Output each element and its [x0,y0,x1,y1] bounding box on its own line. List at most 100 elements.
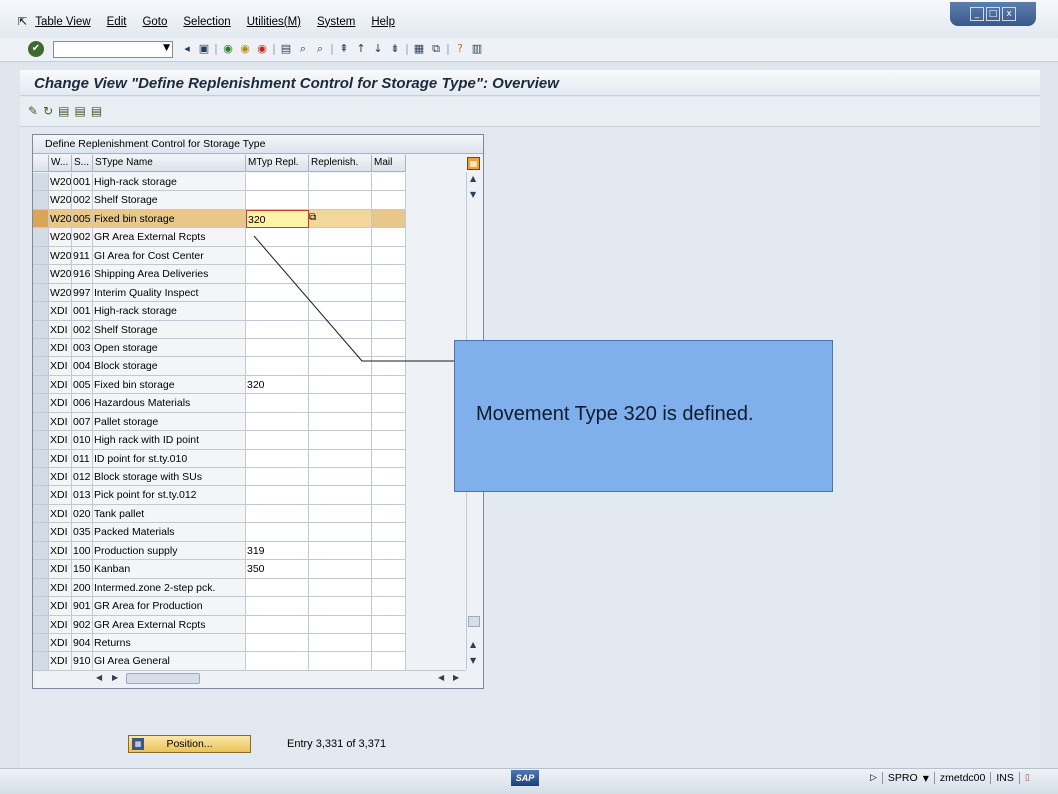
cell-mtyp-repl[interactable] [246,486,309,505]
column-header-mail[interactable]: Mail [372,155,406,172]
create-session-icon[interactable]: ▦ [412,42,426,56]
table-row[interactable]: W20 911 GI Area for Cost Center [33,246,406,266]
shortcut-icon[interactable]: ⧉ [429,42,443,56]
cell-mail[interactable] [372,633,406,653]
cell-mail[interactable] [372,615,406,634]
deselect-all-icon[interactable]: ▤ [91,104,102,118]
cell-mtyp-repl[interactable] [246,468,309,487]
scroll-page-up-icon[interactable]: ▲ [470,640,476,649]
select-all-icon[interactable]: ▤ [58,104,69,118]
cell-replenish[interactable] [309,504,372,524]
column-header-warehouse[interactable]: W... [49,155,72,172]
cell-mtyp-repl[interactable] [246,228,309,247]
cell-mail[interactable] [372,320,406,339]
last-page-icon[interactable]: ⇟ [388,42,402,56]
cell-mail[interactable] [372,357,406,376]
maximize-button[interactable]: □ [986,7,1000,21]
find-icon[interactable]: ⌕ [296,42,310,56]
row-selector[interactable] [33,504,49,524]
cell-mail[interactable] [372,265,406,284]
cell-mail[interactable] [372,375,406,395]
other-entry-icon[interactable]: ↻ [43,104,53,118]
row-selector[interactable] [33,523,49,542]
menu-system[interactable]: System [317,16,355,28]
back-small-icon[interactable]: ◂ [180,42,194,56]
cell-mtyp-repl[interactable] [246,523,309,542]
row-selector[interactable] [33,283,49,303]
horizontal-scrollbar[interactable]: ◀ ▶ ◀ ▶ [92,670,466,685]
command-field[interactable]: ▼ [53,41,173,58]
scroll-thumb[interactable] [468,616,480,627]
cell-replenish[interactable] [309,320,372,339]
table-row[interactable]: W20 916 Shipping Area Deliveries [33,265,406,284]
row-selector[interactable] [33,394,49,413]
save-icon[interactable]: ▣ [197,42,211,56]
table-row[interactable]: XDI 011 ID point for st.ty.010 [33,449,406,468]
cell-mail[interactable] [372,578,406,598]
cell-mtyp-repl[interactable]: 320 [246,209,309,229]
chevron-down-icon[interactable]: ▼ [923,774,929,783]
menu-utilities[interactable]: Utilities(M) [247,16,301,28]
menu-edit[interactable]: Edit [107,16,127,28]
cell-mtyp-repl[interactable] [246,504,309,524]
cell-replenish[interactable] [309,541,372,561]
scroll-right-end-icon[interactable]: ▶ [453,673,459,682]
row-selector[interactable] [33,246,49,266]
scroll-up-icon[interactable]: ▲ [470,174,476,183]
cell-mail[interactable] [372,597,406,616]
select-all-column[interactable] [33,155,49,172]
cell-mail[interactable] [372,283,406,303]
cell-mail[interactable] [372,652,406,671]
position-button[interactable]: ▦ Position... [128,735,251,753]
print-icon[interactable]: ▤ [279,42,293,56]
cell-replenish[interactable] [309,615,372,634]
find-next-icon[interactable]: ⌕ [313,42,327,56]
row-selector[interactable] [33,228,49,247]
cell-mail[interactable] [372,302,406,321]
cell-replenish[interactable] [309,652,372,671]
cell-mtyp-repl[interactable] [246,320,309,339]
table-row[interactable]: XDI 904 Returns [33,633,406,653]
cell-mail[interactable] [372,228,406,247]
cell-mtyp-repl[interactable]: 319 [246,541,309,561]
scroll-page-down-icon[interactable]: ▼ [470,656,476,665]
table-row[interactable]: XDI 013 Pick point for st.ty.012 [33,486,406,505]
select-block-icon[interactable]: ▤ [74,104,85,118]
cell-replenish[interactable] [309,412,372,432]
cell-mail[interactable] [372,338,406,358]
cell-mail[interactable] [372,191,406,210]
help-icon[interactable]: ? [453,42,467,56]
row-selector[interactable] [33,486,49,505]
cell-replenish[interactable] [309,486,372,505]
row-selector[interactable] [33,191,49,210]
table-row[interactable]: W20 902 GR Area External Rcpts [33,228,406,247]
cell-replenish[interactable] [309,597,372,616]
table-row[interactable]: XDI 010 High rack with ID point [33,431,406,450]
scroll-down-icon[interactable]: ▼ [470,190,476,199]
column-header-mtyp-repl[interactable]: MTyp Repl. [246,155,309,172]
cell-mtyp-repl[interactable] [246,338,309,358]
cell-replenish[interactable] [309,173,372,192]
table-row[interactable]: XDI 901 GR Area for Production [33,597,406,616]
row-selector[interactable] [33,541,49,561]
row-selector[interactable] [33,412,49,432]
row-selector[interactable] [33,597,49,616]
cell-mtyp-repl[interactable] [246,191,309,210]
cell-mtyp-repl[interactable] [246,357,309,376]
cell-mail[interactable] [372,209,406,229]
table-row[interactable]: XDI 902 GR Area External Rcpts [33,615,406,634]
table-row[interactable]: XDI 020 Tank pallet [33,504,406,524]
cell-mtyp-repl[interactable] [246,265,309,284]
cell-mtyp-repl[interactable] [246,431,309,450]
row-selector[interactable] [33,633,49,653]
cell-mail[interactable] [372,468,406,487]
minimize-button[interactable]: _ [970,7,984,21]
table-row[interactable]: XDI 035 Packed Materials [33,523,406,542]
cell-mtyp-repl[interactable] [246,394,309,413]
first-page-icon[interactable]: ⇞ [337,42,351,56]
next-page-icon[interactable]: ↓ [371,42,385,56]
table-row[interactable]: W20 001 High-rack storage [33,173,406,192]
cell-replenish[interactable] [309,191,372,210]
table-row[interactable]: XDI 150 Kanban 350 [33,560,406,579]
column-header-storage-type[interactable]: S... [72,155,93,172]
